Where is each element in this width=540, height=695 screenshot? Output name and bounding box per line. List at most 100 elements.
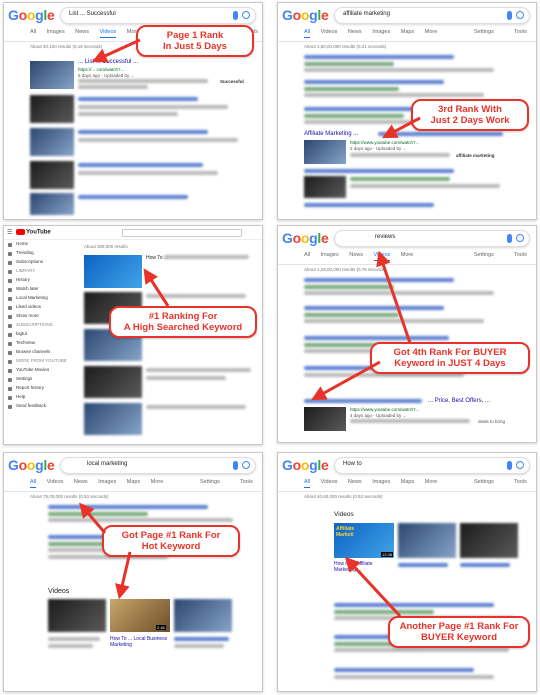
sidebar-item-liked-videos[interactable]: Liked videos <box>4 304 74 313</box>
microphone-icon[interactable] <box>507 461 512 470</box>
tab-news[interactable]: News <box>348 29 362 35</box>
tab-images[interactable]: Images <box>372 479 390 485</box>
tab-maps[interactable]: Maps <box>401 29 414 35</box>
search-box[interactable]: How to <box>334 457 530 474</box>
annotation-callout: 3rd Rank With Just 2 Days Work <box>411 99 529 131</box>
tab-all[interactable]: All <box>304 479 311 488</box>
tab-videos[interactable]: Videos <box>47 479 64 485</box>
google-logo[interactable]: Google <box>282 7 329 23</box>
tab-more[interactable]: More <box>401 252 414 258</box>
sidebar-item-settings[interactable]: Settings <box>4 376 74 385</box>
microphone-icon[interactable] <box>233 11 238 20</box>
tab-videos[interactable]: Videos <box>321 29 338 35</box>
microphone-icon[interactable] <box>507 11 512 20</box>
sidebar-item-history[interactable]: History <box>4 277 74 286</box>
result-snippet: affiliate marketing <box>456 153 495 158</box>
search-tabs: All Videos News Images Maps More Setting… <box>304 29 530 41</box>
tools-link[interactable]: Tools <box>240 479 253 485</box>
result-url[interactable]: https://... com/watch?... <box>78 67 124 72</box>
tab-news[interactable]: News <box>349 252 363 258</box>
tab-all[interactable]: All <box>30 479 37 488</box>
tab-news[interactable]: News <box>74 479 88 485</box>
sidebar-item-browse-channels[interactable]: Browse channels <box>4 349 74 358</box>
videos-heading: Videos <box>48 588 70 595</box>
sidebar-item-help[interactable]: Help <box>4 394 74 403</box>
tab-maps[interactable]: Maps <box>127 479 140 485</box>
google-logo[interactable]: Google <box>8 7 55 23</box>
google-logo[interactable]: Google <box>282 230 329 246</box>
tab-videos[interactable]: Videos <box>373 252 391 261</box>
tab-news[interactable]: News <box>75 29 89 35</box>
youtube-logo[interactable]: YouTube <box>16 229 51 236</box>
result-snippet: Successful <box>220 79 244 84</box>
settings-link[interactable]: Settings <box>474 479 494 485</box>
sidebar-item-subscriptions[interactable]: Subscriptions <box>4 259 74 268</box>
google-logo[interactable]: Google <box>282 457 329 473</box>
callout-text: Got Page #1 Rank For Hot Keyword <box>121 530 221 552</box>
video-thumbnail[interactable] <box>30 61 74 89</box>
tab-maps[interactable]: Maps <box>401 479 414 485</box>
settings-link[interactable]: Settings <box>474 29 494 35</box>
tab-all[interactable]: All <box>30 29 36 35</box>
microphone-icon[interactable] <box>233 461 238 470</box>
tab-more[interactable]: More <box>425 29 438 35</box>
search-query[interactable]: List ... Successful <box>69 11 116 17</box>
sidebar-item-channel[interactable]: TechView <box>4 340 74 349</box>
video-card-title[interactable]: How to ... Affiliate Marketing ... <box>334 561 394 573</box>
menu-icon[interactable]: ☰ <box>7 229 12 236</box>
search-box[interactable] <box>122 229 242 237</box>
search-icon[interactable] <box>516 11 524 19</box>
video-thumbnail[interactable] <box>304 140 346 164</box>
tab-images[interactable]: Images <box>372 29 390 35</box>
search-box[interactable]: affiliate marketing <box>334 7 530 24</box>
result-title[interactable]: Affiliate Marketing ... <box>304 131 358 137</box>
tab-images[interactable]: Images <box>98 479 116 485</box>
search-icon[interactable] <box>516 461 524 469</box>
tools-link[interactable]: Tools <box>514 29 527 35</box>
video-thumbnail[interactable] <box>84 255 142 288</box>
sidebar-item-channel[interactable]: bigtut <box>4 331 74 340</box>
search-query[interactable]: reviews <box>375 234 395 240</box>
search-query[interactable]: How to <box>343 461 362 467</box>
sidebar-item-trending[interactable]: Trending <box>4 250 74 259</box>
sidebar-item-watch-later[interactable]: Watch later <box>4 286 74 295</box>
microphone-icon[interactable] <box>507 234 512 243</box>
tab-more[interactable]: More <box>425 479 438 485</box>
settings-link[interactable]: Settings <box>200 479 220 485</box>
tools-link[interactable]: Tools <box>514 252 527 258</box>
search-icon[interactable] <box>516 234 524 242</box>
sidebar-item-send-feedback[interactable]: Send feedback <box>4 403 74 412</box>
tab-images[interactable]: Images <box>321 252 339 258</box>
search-icon[interactable] <box>242 11 250 19</box>
tab-all[interactable]: All <box>304 252 310 258</box>
result-url[interactable]: https://www.youtube.com/watch?... <box>350 407 419 412</box>
sidebar-item-local-marketing[interactable]: Local Marketing <box>4 295 74 304</box>
sidebar-item-report-history[interactable]: Report history <box>4 385 74 394</box>
video-thumbnail[interactable]: Affiliate Marketi 12:38 <box>334 523 394 558</box>
tab-videos[interactable]: Videos <box>99 29 117 38</box>
result-title[interactable]: ... List ... Successful ... <box>78 59 138 65</box>
tab-more[interactable]: More <box>151 479 164 485</box>
result-url[interactable]: https://www.youtube.com/watch?... <box>350 140 419 145</box>
search-query[interactable]: affiliate marketing <box>343 11 390 17</box>
tab-news[interactable]: News <box>348 479 362 485</box>
tab-all[interactable]: All <box>304 29 311 38</box>
result-meta: 5 days ago - Uploaded by ... <box>78 73 135 78</box>
callout-text: 3rd Rank With Just 2 Days Work <box>430 104 510 126</box>
video-card-title[interactable]: How To ... Local Business Marketing <box>110 636 170 648</box>
video-thumbnail[interactable] <box>304 407 346 431</box>
search-box[interactable]: reviews <box>334 230 530 247</box>
search-query[interactable]: local marketing <box>87 461 127 467</box>
settings-link[interactable]: Settings <box>474 252 494 258</box>
result-title[interactable]: ... Price, Best Offers, ... <box>428 398 490 404</box>
sidebar-item-show-more[interactable]: Show more <box>4 313 74 322</box>
sidebar-item-youtube-movies[interactable]: YouTube Movies <box>4 367 74 376</box>
search-box[interactable]: List ... Successful <box>60 7 256 24</box>
search-box[interactable]: local marketing <box>60 457 256 474</box>
tab-images[interactable]: Images <box>47 29 65 35</box>
search-icon[interactable] <box>242 461 250 469</box>
google-logo[interactable]: Google <box>8 457 55 473</box>
tab-videos[interactable]: Videos <box>321 479 338 485</box>
tools-link[interactable]: Tools <box>514 479 527 485</box>
sidebar-item-home[interactable]: Home <box>4 241 74 250</box>
